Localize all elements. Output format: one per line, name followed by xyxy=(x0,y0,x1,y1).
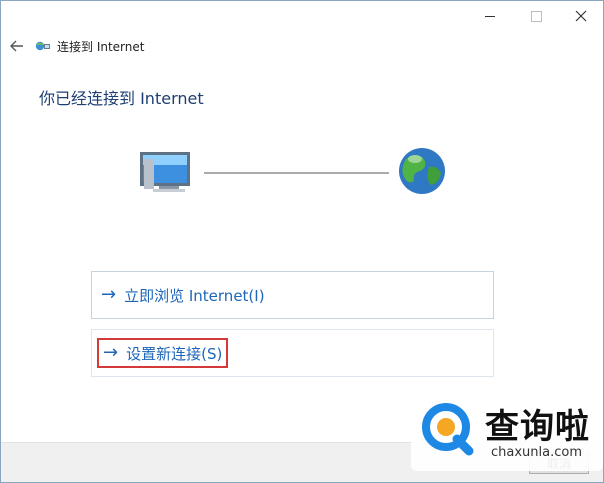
watermark-text: 查询啦 xyxy=(485,407,590,447)
setup-new-connection-label: 设置新连接(S) xyxy=(126,344,223,363)
page-title: 你已经连接到 Internet xyxy=(39,89,204,108)
setup-new-connection-option[interactable]: → 设置新连接(S) xyxy=(91,329,494,377)
window-title: 连接到 Internet xyxy=(57,39,145,54)
right-arrow-icon: → xyxy=(103,342,119,363)
right-arrow-icon: → xyxy=(101,284,117,305)
back-button[interactable] xyxy=(9,38,25,54)
close-button[interactable] xyxy=(558,1,603,31)
network-connection-icon xyxy=(35,41,50,51)
maximize-button[interactable] xyxy=(513,1,559,31)
minimize-icon xyxy=(485,15,495,17)
window-header: 连接到 Internet xyxy=(9,35,144,57)
minimize-button[interactable] xyxy=(467,1,513,31)
browse-internet-inner: → 立即浏览 Internet(I) xyxy=(97,280,269,310)
setup-new-connection-highlight: → 设置新连接(S) xyxy=(97,338,229,368)
watermark-url: chaxunla.com xyxy=(491,445,582,460)
connect-internet-window: 连接到 Internet 你已经连接到 Internet → 立即浏览 Inte… xyxy=(0,0,604,483)
close-icon xyxy=(575,10,587,22)
watermark-logo-icon xyxy=(422,403,474,456)
globe-icon xyxy=(399,148,445,194)
maximize-icon xyxy=(530,10,542,22)
back-arrow-icon xyxy=(10,40,23,52)
browse-internet-option[interactable]: → 立即浏览 Internet(I) xyxy=(91,271,494,319)
browse-internet-label: 立即浏览 Internet(I) xyxy=(124,286,265,305)
computer-monitor-icon xyxy=(140,152,190,192)
